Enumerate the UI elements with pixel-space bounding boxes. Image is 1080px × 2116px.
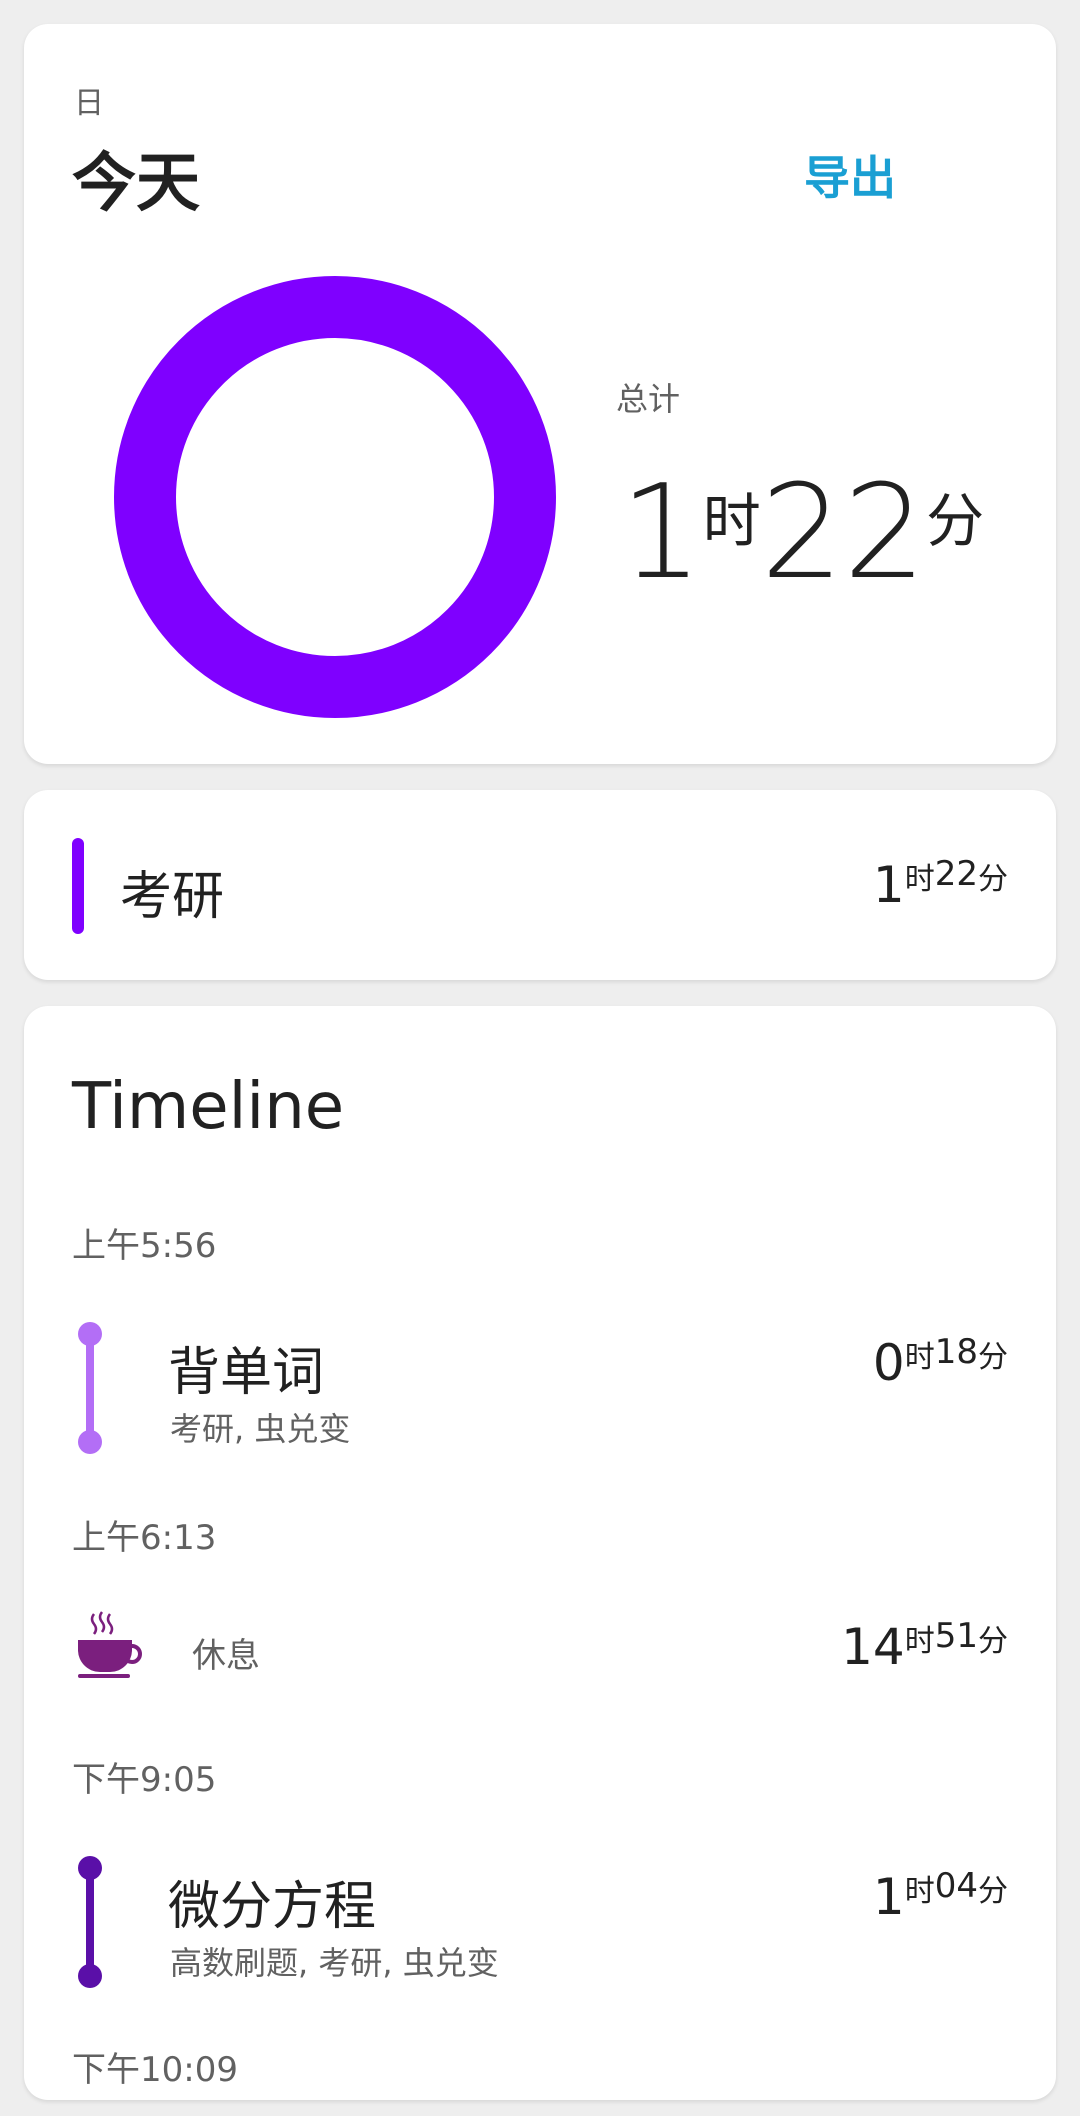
category-color-bar [72, 838, 84, 934]
timeline-time: 上午6:13 [72, 1518, 217, 1558]
session-duration: 0时18分 [872, 1332, 1008, 1392]
session-tags: 高数刷题, 考研, 虫兑变 [170, 1944, 499, 1982]
coffee-cup-icon [78, 1611, 142, 1678]
timeline-time: 下午10:09 [72, 2050, 238, 2090]
session-name: 背单词 [168, 1343, 325, 1403]
timeline-card: Timeline 上午5:56 背单词 考研, 虫兑变 0时18分 上午6:13… [24, 1006, 1056, 2100]
donut-ring [114, 276, 556, 718]
category-card[interactable]: 考研 1时22分 [24, 790, 1056, 980]
total-minutes: 22 [760, 456, 927, 608]
timeline-entry[interactable]: 背单词 考研, 虫兑变 0时18分 [24, 1322, 1056, 1472]
period-title: 今天 [72, 147, 200, 221]
break-duration: 14时51分 [841, 1616, 1008, 1676]
minutes-unit: 分 [926, 487, 985, 555]
session-marker-icon [76, 1856, 104, 1988]
timeline-time: 下午9:05 [72, 1760, 217, 1800]
total-duration: 1时22分 [620, 456, 984, 608]
timeline-entry[interactable]: 微分方程 高数刷题, 考研, 虫兑变 1时04分 [24, 1856, 1056, 2006]
session-duration: 1时04分 [872, 1866, 1008, 1926]
export-button[interactable]: 导出 [804, 142, 896, 208]
session-name: 微分方程 [168, 1877, 377, 1937]
category-duration: 1时22分 [872, 854, 1008, 914]
break-label: 休息 [192, 1636, 260, 1676]
session-tags: 考研, 虫兑变 [170, 1410, 351, 1448]
category-name: 考研 [120, 867, 225, 927]
period-label: 日 [74, 86, 104, 121]
total-donut-chart [114, 276, 556, 718]
session-marker-icon [76, 1322, 104, 1454]
timeline-time: 上午5:56 [72, 1226, 217, 1266]
total-hours: 1 [620, 456, 703, 608]
hours-unit: 时 [702, 487, 761, 555]
summary-card: 日 今天 导出 总计 1时22分 [24, 24, 1056, 764]
total-label: 总计 [616, 380, 681, 418]
timeline-title: Timeline [72, 1070, 345, 1144]
break-entry[interactable]: 休息 14时51分 [24, 1600, 1056, 1700]
